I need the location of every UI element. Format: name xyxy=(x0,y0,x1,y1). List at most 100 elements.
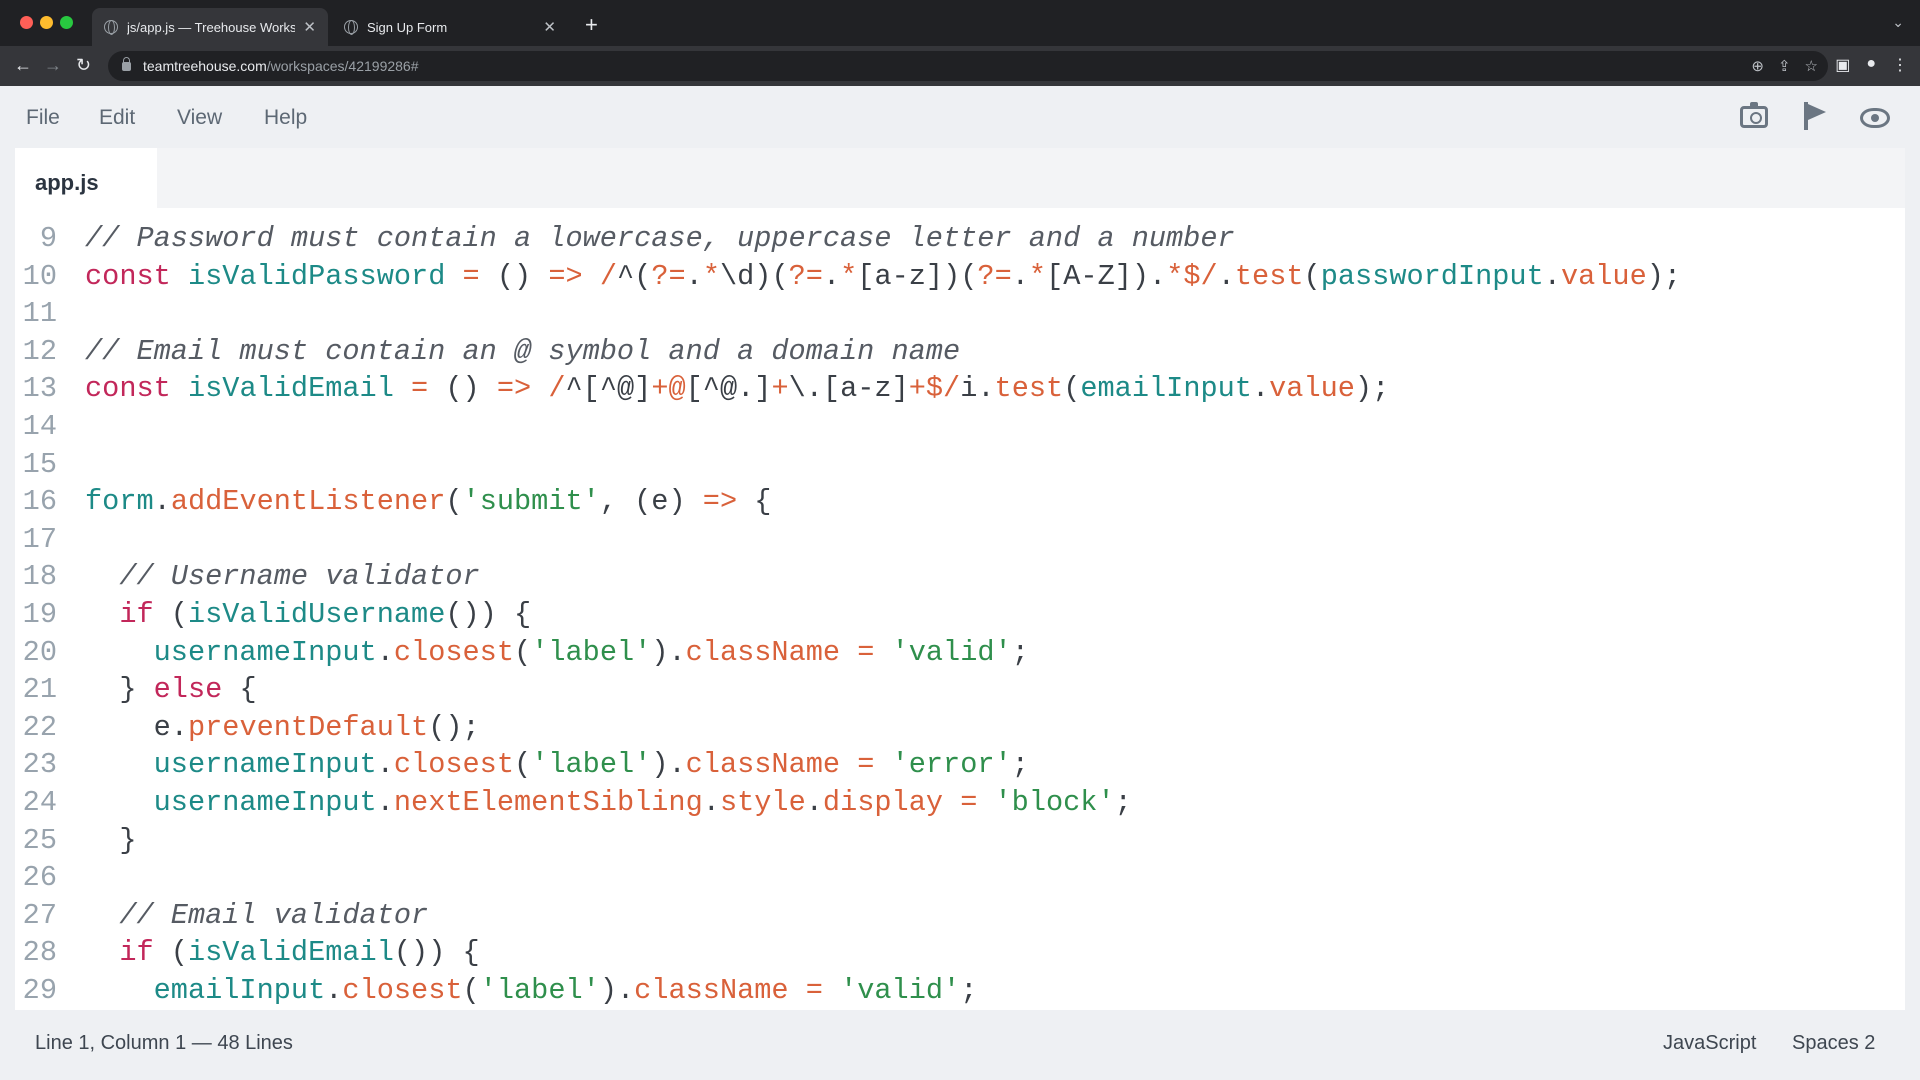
code-token: (); xyxy=(428,710,480,744)
profile-icon[interactable]: ● xyxy=(1866,55,1876,75)
code-line[interactable]: 10 const isValidPassword = () => /^(?=.*\… xyxy=(15,258,1905,296)
code-text: if (isValidEmail()) { xyxy=(85,934,479,972)
code-line[interactable]: 15 xyxy=(15,446,1905,484)
code-line[interactable]: 19 if (isValidUsername()) { xyxy=(15,596,1905,634)
code-line[interactable]: 14 xyxy=(15,408,1905,446)
line-number: 11 xyxy=(22,297,57,331)
share-icon[interactable]: ⇪ xyxy=(1778,57,1791,75)
line-number: 29 xyxy=(22,973,57,1007)
code-line[interactable]: 20 usernameInput.closest('label').classN… xyxy=(15,634,1905,672)
indentation-setting[interactable]: Spaces 2 xyxy=(1792,1032,1875,1055)
code-line[interactable]: 24 usernameInput.nextElementSibling.styl… xyxy=(15,784,1905,822)
code-token: // Username validator xyxy=(85,560,480,594)
code-token: const xyxy=(85,372,188,406)
minimize-window-button[interactable] xyxy=(40,16,53,29)
menubar: File Edit View Help xyxy=(0,86,1920,148)
code-token: ( xyxy=(170,597,188,631)
forward-arrow-icon[interactable]: → xyxy=(44,55,62,76)
side-panel-icon[interactable]: ▣ xyxy=(1835,55,1850,75)
code-line[interactable]: 27 // Email validator xyxy=(15,897,1905,935)
flag-icon[interactable] xyxy=(1804,102,1826,130)
code-line[interactable]: 12 // Email must contain an @ symbol and … xyxy=(15,333,1905,371)
code-text: if (isValidUsername()) { xyxy=(85,596,531,634)
code-token: 'label' xyxy=(479,973,600,1007)
code-line[interactable]: 21 } else { xyxy=(15,671,1905,709)
code-token: . xyxy=(1251,372,1270,406)
tab-search-chevron-icon[interactable]: ⌄ xyxy=(1892,14,1904,31)
cursor-position: Line 1, Column 1 — 48 Lines xyxy=(35,1032,293,1054)
code-token: value xyxy=(1269,372,1355,406)
code-line[interactable]: 25 } xyxy=(15,822,1905,860)
code-line[interactable]: 28 if (isValidEmail()) { xyxy=(15,934,1905,972)
code-token: isValidPassword xyxy=(187,259,446,293)
eye-icon[interactable] xyxy=(1860,108,1890,128)
line-number: 10 xyxy=(22,259,57,293)
browser-tab-sign-up-form[interactable]: Sign Up Form ✕ xyxy=(332,8,568,46)
code-editor[interactable]: 9 // Password must contain a lowercase, u… xyxy=(15,220,1905,1010)
camera-icon[interactable] xyxy=(1740,102,1768,128)
close-window-button[interactable] xyxy=(20,16,33,29)
code-token: if xyxy=(85,936,171,970)
close-icon[interactable]: ✕ xyxy=(303,18,316,36)
code-token: ( xyxy=(462,973,480,1007)
zoom-icon[interactable]: ⊕ xyxy=(1751,57,1764,75)
browser-toolbar: ← → ↻ teamtreehouse.com /workspaces/4219… xyxy=(0,46,1920,86)
tab-title: Sign Up Form xyxy=(367,19,448,35)
code-token: = xyxy=(943,785,995,819)
code-token: / xyxy=(548,372,566,406)
code-token: * xyxy=(840,259,858,293)
code-token: nextElementSibling xyxy=(393,785,703,819)
code-token: emailInput xyxy=(85,973,326,1007)
code-token: => xyxy=(702,485,738,519)
reload-icon[interactable]: ↻ xyxy=(76,55,91,76)
browser-menu-icon[interactable]: ⋮ xyxy=(1892,55,1908,75)
code-line[interactable]: 23 usernameInput.closest('label').classN… xyxy=(15,746,1905,784)
file-tabs: app.js xyxy=(15,148,1905,208)
code-token: emailInput xyxy=(1080,372,1252,406)
language-mode[interactable]: JavaScript xyxy=(1663,1032,1756,1055)
code-token: = xyxy=(788,973,841,1007)
code-token: ?= xyxy=(651,259,686,293)
code-text: // Password must contain a lowercase, up… xyxy=(85,220,1235,258)
code-line[interactable]: 18 // Username validator xyxy=(15,558,1905,596)
code-line[interactable]: 11 xyxy=(15,295,1905,333)
close-icon[interactable]: ✕ xyxy=(543,18,556,36)
code-token: usernameInput xyxy=(85,635,377,669)
code-line[interactable]: 17 xyxy=(15,521,1905,559)
code-line[interactable]: 16 form.addEventListener('submit', (e) =>… xyxy=(15,483,1905,521)
menu-edit[interactable]: Edit xyxy=(99,106,135,130)
code-token: 'valid' xyxy=(840,973,961,1007)
code-token: *$/ xyxy=(1166,259,1218,293)
code-token: // Password must contain a lowercase, up… xyxy=(85,222,1235,255)
code-token: = xyxy=(840,635,892,669)
code-token: [a-z])( xyxy=(857,259,978,293)
code-token: ); xyxy=(1646,259,1682,293)
file-tab-app-js[interactable]: app.js xyxy=(15,148,157,208)
bookmark-star-icon[interactable]: ☆ xyxy=(1805,57,1818,75)
code-token: ()) { xyxy=(445,597,532,631)
line-number: 19 xyxy=(22,597,57,631)
code-token: . xyxy=(685,259,703,293)
code-text: // Username validator xyxy=(85,558,480,596)
code-line[interactable]: 9 // Password must contain a lowercase, u… xyxy=(15,220,1905,258)
code-line[interactable]: 29 emailInput.closest('label').className… xyxy=(15,972,1905,1010)
code-token: * xyxy=(1028,259,1047,293)
menu-file[interactable]: File xyxy=(26,106,60,130)
code-token: [^@.] xyxy=(685,372,772,406)
back-arrow-icon[interactable]: ← xyxy=(14,55,32,76)
code-line[interactable]: 26 xyxy=(15,859,1905,897)
new-tab-button[interactable]: + xyxy=(585,12,598,38)
code-text: } xyxy=(85,822,136,860)
code-token: = xyxy=(445,259,497,293)
line-number: 21 xyxy=(22,673,57,707)
code-line[interactable]: 22 e.preventDefault(); xyxy=(15,709,1905,747)
maximize-window-button[interactable] xyxy=(60,16,73,29)
line-number: 24 xyxy=(22,785,57,819)
browser-tab-app-js[interactable]: js/app.js — Treehouse Workspace ✕ xyxy=(92,8,328,46)
menu-view[interactable]: View xyxy=(177,106,222,130)
code-token: isValidEmail xyxy=(187,372,394,406)
menu-help[interactable]: Help xyxy=(264,106,307,130)
tab-title: js/app.js — Treehouse Workspace xyxy=(127,19,296,35)
code-line[interactable]: 13 const isValidEmail = () => /^[^@]+@[^@… xyxy=(15,370,1905,408)
address-bar[interactable]: teamtreehouse.com /workspaces/42199286# … xyxy=(108,51,1828,81)
